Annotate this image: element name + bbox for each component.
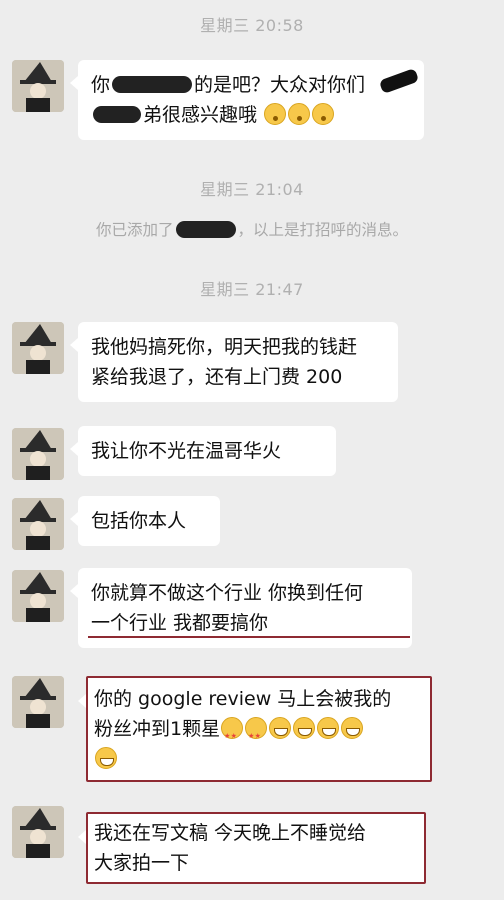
timestamp: 星期三 21:04 bbox=[200, 180, 304, 199]
avatar[interactable] bbox=[12, 498, 64, 550]
shushing-face-icon bbox=[264, 103, 287, 125]
avatar[interactable] bbox=[12, 806, 64, 858]
grinning-face-icon bbox=[95, 747, 117, 769]
message-text: 粉丝冲到1颗星 bbox=[94, 718, 221, 740]
message-text: 弟很感兴趣哦 bbox=[143, 104, 258, 126]
witch-hat-avatar-icon bbox=[12, 806, 64, 858]
message-bubble[interactable]: 包括你本人 bbox=[70, 496, 220, 546]
witch-hat-avatar-icon bbox=[12, 570, 64, 622]
grinning-face-icon bbox=[293, 717, 316, 739]
message-bubble[interactable]: 你 的是吧？大众对你们 弟很感兴趣哦 bbox=[70, 60, 424, 140]
witch-hat-avatar-icon bbox=[12, 322, 64, 374]
redaction-mark bbox=[112, 76, 193, 93]
system-text: 你已添加了 bbox=[95, 221, 174, 239]
system-text: ，以上是打招呼的消息。 bbox=[237, 221, 409, 239]
grinning-face-icon bbox=[269, 717, 292, 739]
witch-hat-avatar-icon bbox=[12, 498, 64, 550]
message-bubble[interactable]: 我让你不光在温哥华火 bbox=[70, 426, 336, 476]
message-line: 你就算不做这个行业 你换到任何 bbox=[91, 582, 364, 604]
star-struck-face-icon bbox=[221, 717, 244, 751]
message-line: 你 的是吧？大众对你们 bbox=[91, 70, 411, 100]
message-line: 一个行业 我都要搞你 bbox=[91, 612, 269, 634]
message-line: 包括你本人 bbox=[91, 510, 187, 532]
message-line: 你的 google review 马上会被我的 bbox=[94, 688, 392, 710]
message-bubble[interactable]: 你的 google review 马上会被我的 粉丝冲到1颗星 bbox=[78, 676, 432, 782]
avatar[interactable] bbox=[12, 676, 64, 728]
avatar[interactable] bbox=[12, 60, 64, 112]
message-text: 的是吧？大众对你们 bbox=[194, 74, 366, 96]
message-bubble[interactable]: 我他妈搞死你，明天把我的钱赶 紧给我退了，还有上门费 200 bbox=[70, 322, 398, 402]
witch-hat-avatar-icon bbox=[12, 428, 64, 480]
message-line: 紧给我退了，还有上门费 200 bbox=[91, 366, 343, 388]
message-line: 大家拍一下 bbox=[94, 852, 190, 874]
avatar[interactable] bbox=[12, 428, 64, 480]
message-line: 我还在写文稿 今天晚上不睡觉给 bbox=[94, 822, 367, 844]
witch-hat-avatar-icon bbox=[12, 676, 64, 728]
message-line: 弟很感兴趣哦 bbox=[91, 100, 411, 130]
avatar[interactable] bbox=[12, 570, 64, 622]
redaction-mark bbox=[175, 221, 236, 238]
message-bubble[interactable]: 我还在写文稿 今天晚上不睡觉给 大家拍一下 bbox=[78, 812, 426, 884]
grinning-face-icon bbox=[317, 717, 340, 739]
message-line: 粉丝冲到1颗星 bbox=[94, 714, 424, 751]
star-struck-face-icon bbox=[245, 717, 268, 751]
shushing-face-icon bbox=[288, 103, 311, 125]
message-line: 我他妈搞死你，明天把我的钱赶 bbox=[91, 336, 358, 358]
avatar[interactable] bbox=[12, 322, 64, 374]
message-text: 你 bbox=[91, 74, 111, 96]
redaction-mark bbox=[93, 106, 141, 123]
timestamp: 星期三 21:47 bbox=[200, 280, 304, 299]
annotation-underline bbox=[88, 636, 410, 638]
message-line: 我让你不光在温哥华火 bbox=[91, 440, 282, 462]
grinning-face-icon bbox=[341, 717, 364, 739]
witch-hat-avatar-icon bbox=[12, 60, 64, 112]
shushing-face-icon bbox=[312, 103, 335, 125]
timestamp: 星期三 20:58 bbox=[200, 16, 304, 35]
system-message: 你已添加了 ，以上是打招呼的消息。 bbox=[0, 218, 504, 240]
